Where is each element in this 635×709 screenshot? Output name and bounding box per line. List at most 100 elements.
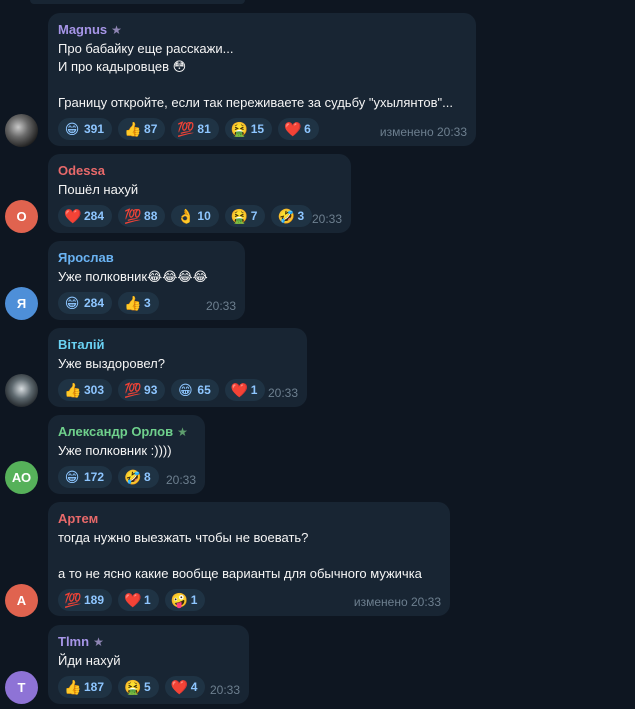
reaction-count: 303	[84, 383, 105, 397]
message-text-line: Про бабайку еще расскажи...	[58, 41, 234, 56]
reaction-button[interactable]: ❤️ 4	[164, 676, 206, 698]
reaction-button[interactable]: 💯 189	[58, 589, 113, 611]
author-name[interactable]: Magnus	[58, 22, 107, 38]
reaction-button[interactable]: 👌 10	[171, 205, 219, 227]
author-name-row[interactable]: Артем	[58, 511, 440, 527]
reaction-count: 10	[197, 209, 211, 223]
reaction-button[interactable]: 🤮 7	[224, 205, 266, 227]
reaction-count: 1	[190, 593, 198, 607]
author-name-row[interactable]: Tlmn ★	[58, 634, 239, 650]
reaction-emoji-icon: 🤮	[230, 121, 249, 137]
reaction-emoji-icon: 👌	[177, 208, 195, 224]
reaction-emoji-icon: 👍	[124, 295, 142, 311]
reaction-count: 8	[144, 470, 151, 484]
reaction-emoji-icon: 😁	[178, 382, 193, 398]
reaction-count: 1	[250, 383, 258, 397]
avatar[interactable]	[5, 374, 38, 407]
message-bubble[interactable]: Tlmn ★ Йди нахуй 👍 187 🤮 5 ❤️ 4 20:33	[48, 625, 249, 704]
reaction-count: 284	[84, 209, 105, 223]
message-timestamp: 20:33	[267, 386, 298, 400]
message-text-line: Йди нахуй	[58, 653, 121, 668]
previous-message-bubble-edge	[30, 0, 245, 4]
message-text-line	[58, 547, 440, 565]
reaction-button[interactable]: 😁 391	[58, 118, 113, 140]
message-text-line: Уже полковник :))))	[58, 443, 172, 458]
reaction-button[interactable]: 💯 81	[171, 118, 219, 140]
reaction-button[interactable]: 👍 303	[58, 379, 113, 401]
premium-star-icon: ★	[177, 425, 188, 439]
author-name[interactable]: Віталій	[58, 337, 104, 353]
message-bubble[interactable]: Віталій Уже выздоровел? 👍 303 💯 93 😁 65 ❤️ 1 20:33	[48, 328, 307, 407]
reaction-count: 5	[144, 680, 151, 694]
message-bubble[interactable]: Magnus ★ Про бабайку еще расскажи... И про …	[48, 13, 476, 146]
avatar[interactable]: Я	[5, 287, 38, 320]
author-name-row[interactable]: Odessa	[58, 163, 341, 179]
reaction-button[interactable]: ❤️ 1	[224, 379, 266, 401]
reaction-button[interactable]: 👍 187	[58, 676, 113, 698]
reaction-button[interactable]: 😁 172	[58, 466, 113, 488]
message-text-line: И про кадыровцев 😳	[58, 59, 187, 74]
avatar[interactable]: А	[5, 584, 38, 617]
reaction-button[interactable]: 😁 284	[58, 292, 113, 314]
avatar[interactable]: АО	[5, 461, 38, 494]
avatar[interactable]	[5, 114, 38, 147]
reaction-button[interactable]: 💯 88	[118, 205, 166, 227]
reaction-emoji-icon: 🤣	[277, 208, 295, 224]
reaction-button[interactable]: 👍 87	[118, 118, 166, 140]
reaction-count: 88	[144, 209, 158, 223]
reaction-count: 6	[304, 122, 311, 136]
reaction-button[interactable]: ❤️ 6	[278, 118, 319, 140]
reaction-button[interactable]: 🤪 1	[164, 589, 206, 611]
message-text: тогда нужно выезжать чтобы не воевать? а …	[58, 529, 440, 583]
reaction-emoji-icon: 👍	[64, 382, 82, 398]
message-text-line: Уже выздоровел?	[58, 356, 165, 371]
message-timestamp: 20:33	[205, 299, 236, 313]
reaction-count: 15	[250, 122, 265, 136]
reaction-button[interactable]: 🤣 8	[118, 466, 159, 488]
reaction-button[interactable]: 👍 3	[118, 292, 159, 314]
message-bubble[interactable]: Александр Орлов ★ Уже полковник :)))) 😁 172 🤣…	[48, 415, 205, 494]
message-text-line: Уже полковник😂😂😂😂	[58, 269, 208, 284]
avatar[interactable]: O	[5, 200, 38, 233]
reaction-emoji-icon: 🤣	[124, 469, 142, 485]
author-name-row[interactable]: Magnus ★	[58, 22, 466, 38]
message-text-line: Пошёл нахуй	[58, 182, 139, 197]
reaction-emoji-icon: 🤪	[170, 592, 189, 608]
message-bubble[interactable]: Odessa Пошёл нахуй ❤️ 284 💯 88 👌 10 🤮 7 🤣 3 20:33	[48, 154, 351, 233]
author-name-row[interactable]: Александр Орлов ★	[58, 424, 195, 440]
reaction-emoji-icon: 👍	[124, 121, 142, 137]
reaction-count: 81	[197, 122, 211, 136]
reaction-button[interactable]: 💯 93	[118, 379, 166, 401]
message-timestamp: изменено 20:33	[379, 125, 467, 139]
reactions-bar: ❤️ 284 💯 88 👌 10 🤮 7 🤣 3	[58, 205, 341, 227]
reaction-count: 1	[144, 593, 151, 607]
avatar[interactable]: T	[5, 671, 38, 704]
reaction-emoji-icon: 💯	[124, 382, 142, 398]
author-name[interactable]: Tlmn	[58, 634, 89, 650]
reaction-emoji-icon: ❤️	[170, 679, 189, 695]
message-text: Уже выздоровел?	[58, 355, 297, 373]
reaction-emoji-icon: 💯	[177, 121, 195, 137]
author-name[interactable]: Ярослав	[58, 250, 114, 266]
premium-star-icon: ★	[111, 23, 122, 37]
reaction-button[interactable]: 🤮 5	[118, 676, 159, 698]
author-name-row[interactable]: Віталій	[58, 337, 297, 353]
reaction-button[interactable]: ❤️ 284	[58, 205, 113, 227]
message-bubble[interactable]: Артем тогда нужно выезжать чтобы не воева…	[48, 502, 450, 616]
reaction-button[interactable]: 🤮 15	[224, 118, 273, 140]
reaction-button[interactable]: ❤️ 1	[118, 589, 159, 611]
reaction-count: 284	[84, 296, 105, 310]
author-name-row[interactable]: Ярослав	[58, 250, 235, 266]
reaction-button[interactable]: 🤣 3	[271, 205, 313, 227]
reaction-emoji-icon: 💯	[124, 208, 142, 224]
reaction-emoji-icon: 😁	[64, 469, 80, 485]
author-name[interactable]: Артем	[58, 511, 98, 527]
reaction-count: 172	[84, 470, 105, 484]
message-bubble[interactable]: Ярослав Уже полковник😂😂😂😂 😁 284 👍 3 20:33	[48, 241, 245, 320]
message-text: Уже полковник :))))	[58, 442, 195, 460]
reaction-count: 391	[84, 122, 105, 136]
reaction-button[interactable]: 😁 65	[171, 379, 219, 401]
author-name[interactable]: Александр Орлов	[58, 424, 173, 440]
author-name[interactable]: Odessa	[58, 163, 105, 179]
reactions-bar: 👍 303 💯 93 😁 65 ❤️ 1	[58, 379, 297, 401]
